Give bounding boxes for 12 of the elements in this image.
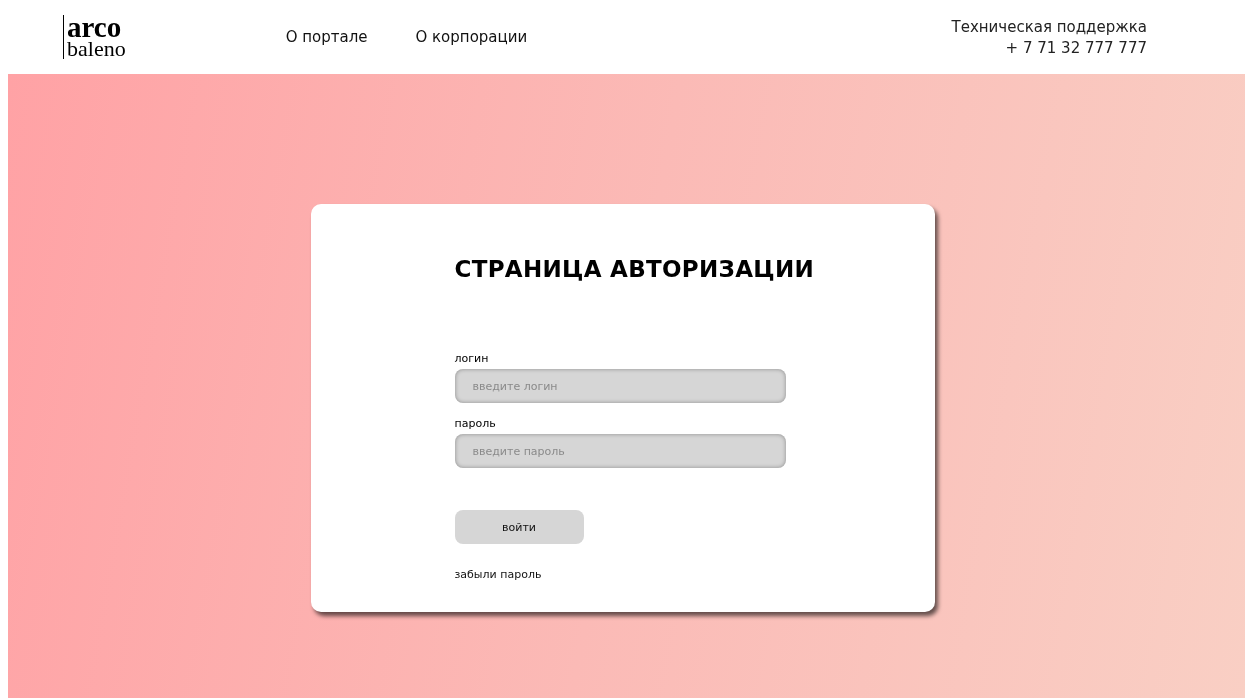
input-field[interactable]: введите пароль xyxy=(454,434,786,468)
forgot-password-link[interactable]: забыли пароль xyxy=(454,568,542,581)
support-phone: + 7 71 32 777 777 xyxy=(1005,38,1147,57)
input-field[interactable]: введите логин xyxy=(454,369,786,403)
nav-link[interactable]: О портале xyxy=(285,28,368,46)
field-label: логин xyxy=(454,352,489,365)
page-title: СТРАНИЦА АВТОРИЗАЦИИ xyxy=(454,256,815,282)
field-label: пароль xyxy=(454,417,496,430)
nav-link[interactable]: О корпорации xyxy=(415,28,528,46)
logo: arco baleno xyxy=(63,15,126,59)
login-button[interactable]: войти xyxy=(454,510,584,544)
support-label: Техническая поддержка xyxy=(951,17,1147,36)
